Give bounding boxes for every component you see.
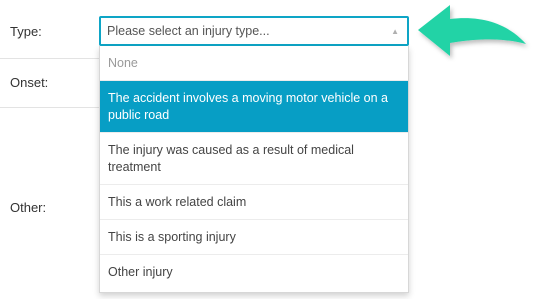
row-divider [0, 107, 100, 108]
option-other-injury[interactable]: Other injury [100, 255, 408, 290]
type-label: Type: [10, 24, 42, 39]
option-none[interactable]: None [100, 46, 408, 81]
curved-arrow-icon [418, 5, 526, 56]
option-work-related[interactable]: This a work related claim [100, 185, 408, 220]
injury-type-placeholder: Please select an injury type... [107, 24, 270, 38]
other-label: Other: [10, 200, 47, 215]
row-divider [0, 58, 100, 59]
injury-type-select[interactable]: Please select an injury type... ▲ [99, 16, 409, 46]
option-motor-vehicle[interactable]: The accident involves a moving motor veh… [100, 81, 408, 133]
injury-type-dropdown: None The accident involves a moving moto… [99, 46, 409, 293]
onset-label: Onset: [10, 75, 49, 90]
option-medical-treatment[interactable]: The injury was caused as a result of med… [100, 133, 408, 185]
caret-up-icon: ▲ [391, 27, 399, 36]
arrow-shape [418, 5, 526, 56]
option-sporting-injury[interactable]: This is a sporting injury [100, 220, 408, 255]
